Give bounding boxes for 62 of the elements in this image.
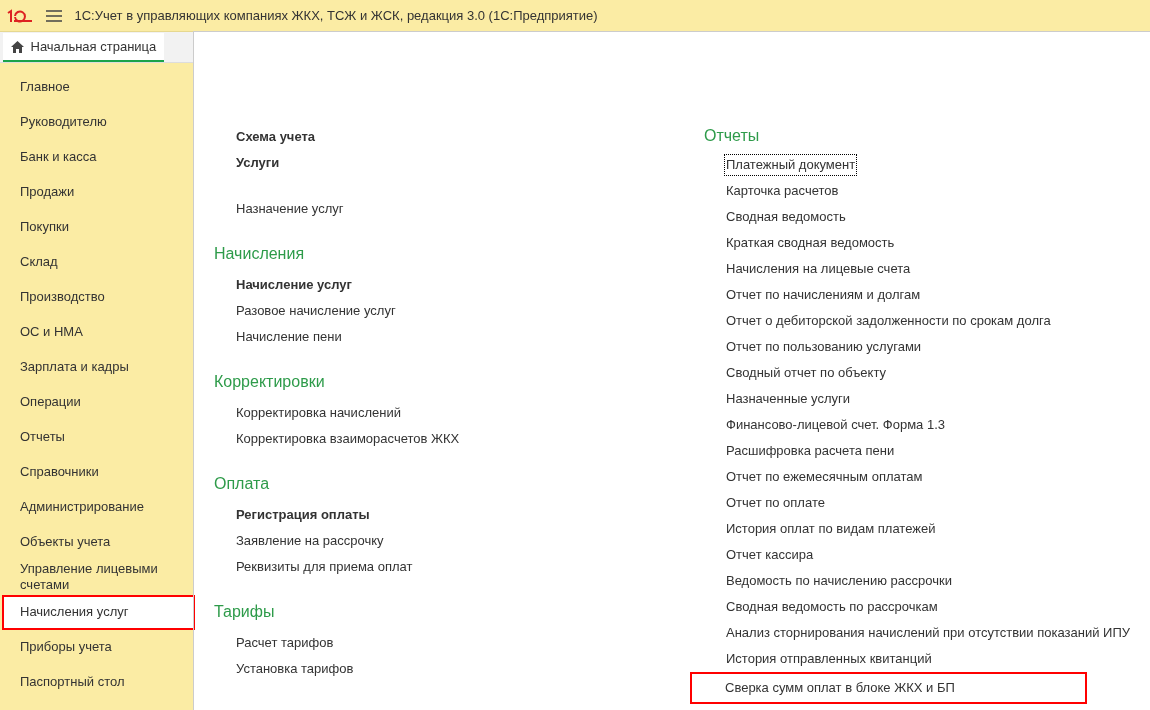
command-link[interactable]: Отчет о дебиторской задолженности по срокам долга: [724, 308, 1053, 334]
command-link[interactable]: История отправленных квитанций: [724, 646, 934, 672]
command-link[interactable]: Назначение услуг: [234, 196, 346, 222]
home-tab[interactable]: Начальная страница: [3, 33, 165, 62]
command-link[interactable]: Краткая сводная ведомость: [724, 230, 897, 256]
command-link[interactable]: Анализ сторнирования начислений при отсутствии показаний ИПУ: [724, 620, 1132, 646]
sidebar-item[interactable]: Паспортный стол: [2, 664, 191, 700]
command-link[interactable]: Расчет тарифов: [234, 630, 336, 656]
command-link[interactable]: Сводный отчет по объекту: [724, 360, 889, 386]
command-link[interactable]: Отчет кассира: [724, 542, 816, 568]
sidebar-item[interactable]: Покупки: [2, 209, 191, 245]
command-link[interactable]: Регистрация оплаты: [234, 502, 372, 528]
sidebar-item[interactable]: Главное: [2, 69, 191, 105]
sidebar-item[interactable]: Объекты учета: [2, 524, 191, 560]
command-link[interactable]: Сводная ведомость: [724, 204, 848, 230]
command-link[interactable]: Корректировка начислений: [234, 400, 403, 426]
section-heading: Корректировки: [214, 372, 326, 392]
command-link[interactable]: Разовое начисление услуг: [234, 298, 398, 324]
menu-icon[interactable]: [45, 9, 62, 22]
sidebar-item[interactable]: Банк и касса: [2, 139, 191, 175]
section-heading: Отчеты: [704, 126, 761, 146]
command-link[interactable]: Реквизиты для приема оплат: [234, 554, 415, 580]
sidebar-item[interactable]: Продажи: [2, 174, 191, 210]
command-link[interactable]: Начисления на лицевые счета: [724, 256, 913, 282]
command-link[interactable]: Расшифровка расчета пени: [724, 438, 897, 464]
command-link[interactable]: Сверка сумм оплат в блоке ЖКХ и БП: [690, 672, 1087, 704]
sidebar-item[interactable]: Производство: [2, 279, 191, 315]
command-link[interactable]: Назначенные услуги: [724, 386, 853, 412]
command-link[interactable]: Заявление на рассрочку: [234, 528, 386, 554]
command-link[interactable]: Отчет по оплате: [724, 490, 827, 516]
sidebar-item[interactable]: Управление лицевыми счетами: [2, 559, 191, 595]
section-heading: Тарифы: [214, 602, 276, 622]
sidebar-item[interactable]: Операции: [2, 384, 191, 420]
sidebar-item[interactable]: Отчеты: [2, 419, 191, 455]
command-link[interactable]: Отчет по начислениям и долгам: [724, 282, 923, 308]
command-link[interactable]: Карточка расчетов: [724, 178, 841, 204]
section-heading: Начисления: [214, 244, 306, 264]
sidebar-item[interactable]: Склад: [2, 244, 191, 280]
app-logo-icon: [6, 8, 33, 23]
sidebar-item[interactable]: Зарплата и кадры: [2, 349, 191, 385]
sidebar-item[interactable]: Начисления услуг: [2, 594, 195, 630]
window-title: 1С:Учет в управляющих компаниях ЖКХ, ТСЖ и ЖСК, редакция 3.0 (1С:Предприятие): [74, 6, 598, 25]
command-link[interactable]: Корректировка взаиморасчетов ЖКХ: [234, 426, 462, 452]
command-link[interactable]: Схема учета: [234, 124, 318, 150]
command-link[interactable]: Начисление услуг: [234, 272, 354, 298]
sidebar-item[interactable]: Руководителю: [2, 104, 191, 140]
command-link[interactable]: История оплат по видам платежей: [724, 516, 938, 542]
command-link[interactable]: Отчет по ежемесячным оплатам: [724, 464, 925, 490]
sidebar-item[interactable]: Администрирование: [2, 489, 191, 525]
sidebar-item[interactable]: ОС и НМА: [2, 314, 191, 350]
sidebar-item[interactable]: Справочники: [2, 454, 191, 490]
command-link[interactable]: Платежный документ: [724, 154, 858, 176]
command-link[interactable]: Сводная ведомость по рассрочкам: [724, 594, 940, 620]
command-link[interactable]: Ведомость по начислению рассрочки: [724, 568, 954, 594]
command-link[interactable]: Услуги: [234, 150, 282, 176]
command-link[interactable]: Отчет по пользованию услугами: [724, 334, 924, 360]
command-link[interactable]: Начисление пени: [234, 324, 344, 350]
sidebar-item[interactable]: Приборы учета: [2, 629, 191, 665]
section-heading: Оплата: [214, 474, 271, 494]
command-link[interactable]: Установка тарифов: [234, 656, 356, 682]
home-icon: [11, 40, 24, 53]
command-link[interactable]: Финансово-лицевой счет. Форма 1.3: [724, 412, 948, 438]
